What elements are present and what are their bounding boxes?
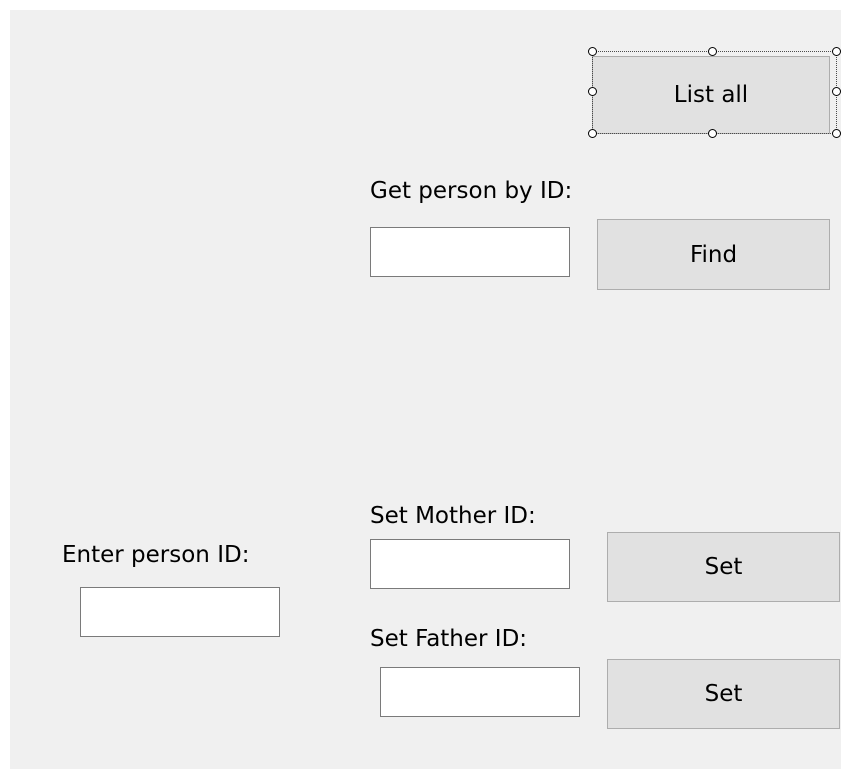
set-mother-label: Set Mother ID: bbox=[370, 503, 536, 529]
set-father-button-label: Set bbox=[704, 681, 743, 707]
resize-handle-top-left[interactable] bbox=[588, 47, 597, 56]
list-all-button[interactable]: List all bbox=[592, 56, 830, 134]
set-mother-button-label: Set bbox=[704, 554, 743, 580]
father-id-input[interactable] bbox=[380, 667, 580, 717]
enter-person-label: Enter person ID: bbox=[62, 542, 250, 568]
resize-handle-middle-left[interactable] bbox=[588, 87, 597, 96]
set-father-button[interactable]: Set bbox=[607, 659, 840, 729]
resize-handle-bottom-center[interactable] bbox=[708, 129, 717, 138]
mother-id-input[interactable] bbox=[370, 539, 570, 589]
resize-handle-bottom-left[interactable] bbox=[588, 129, 597, 138]
get-person-id-input[interactable] bbox=[370, 227, 570, 277]
resize-handle-top-right[interactable] bbox=[832, 47, 841, 56]
resize-handle-bottom-right[interactable] bbox=[832, 129, 841, 138]
find-button-label: Find bbox=[689, 241, 738, 268]
get-person-label: Get person by ID: bbox=[370, 178, 573, 204]
set-mother-button[interactable]: Set bbox=[607, 532, 840, 602]
list-all-label: List all bbox=[673, 82, 749, 108]
find-button[interactable]: Find bbox=[597, 219, 830, 290]
resize-handle-middle-right[interactable] bbox=[832, 87, 841, 96]
enter-person-id-input[interactable] bbox=[80, 587, 280, 637]
set-father-label: Set Father ID: bbox=[370, 626, 528, 652]
resize-handle-top-center[interactable] bbox=[708, 47, 717, 56]
